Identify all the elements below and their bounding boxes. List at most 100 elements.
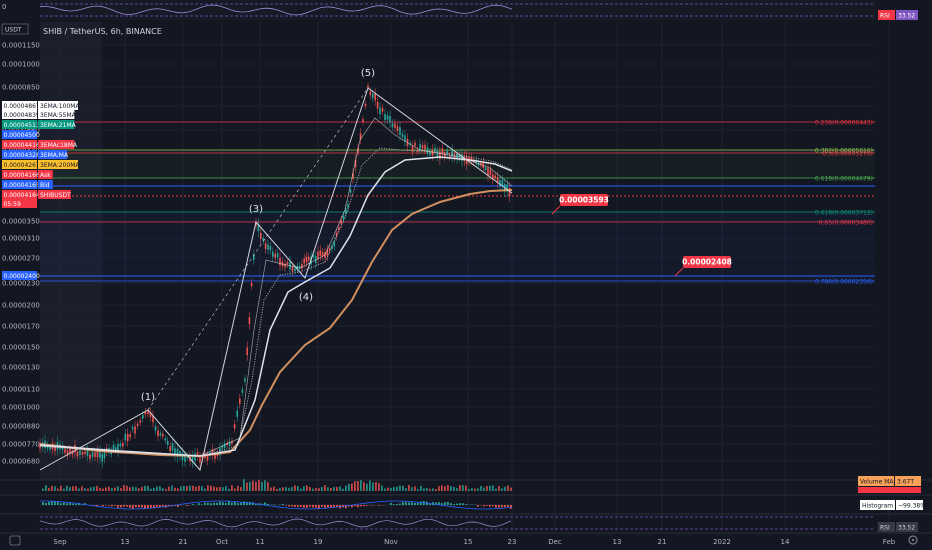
volume-bar	[147, 485, 149, 491]
candle-body	[372, 93, 374, 99]
volume-bar	[123, 485, 125, 491]
histogram-bar	[294, 505, 296, 507]
candle-body	[84, 451, 86, 454]
volume-bar	[138, 488, 140, 491]
histogram-bar	[285, 505, 287, 506]
volume-bar	[114, 487, 116, 491]
candle-body	[394, 123, 396, 128]
candle-body	[159, 432, 162, 436]
volume-bar	[357, 481, 359, 491]
candle-body	[250, 282, 253, 287]
volume-bar	[162, 488, 164, 491]
price-chart[interactable]: 0.00011500.00010000.00008500.00007000.00…	[0, 0, 932, 550]
candle-body	[426, 147, 429, 154]
histogram-bar	[504, 505, 506, 508]
candle-body	[364, 103, 367, 107]
y-tick-label: 0.0000270	[2, 255, 40, 263]
histogram-bar	[444, 502, 446, 505]
histogram-bar	[309, 505, 311, 507]
histogram-bar	[405, 502, 407, 505]
histogram-bar	[306, 505, 308, 508]
volume-bar	[174, 487, 176, 491]
candle-body	[119, 443, 122, 447]
candle-body	[386, 115, 389, 120]
volume-bar	[189, 485, 191, 491]
histogram-value: −99.38%	[898, 503, 926, 510]
x-tick-label: 13	[121, 538, 130, 546]
candle-body	[434, 147, 436, 152]
volume-bar	[105, 487, 107, 491]
price-tag-value: 0.00004416	[4, 142, 40, 149]
volume-bar	[213, 486, 215, 491]
volume-bar	[318, 488, 320, 491]
volume-bar	[426, 488, 428, 491]
rsi-top-name: RSI	[880, 13, 890, 20]
chart-title: SHIB / TetherUS, 6h, BINANCE	[43, 27, 162, 36]
volume-bar	[306, 485, 308, 491]
fib-label: 0.236(0.00006443)	[815, 120, 873, 127]
candle-body	[264, 243, 267, 249]
candle-body	[91, 452, 94, 457]
volume-name: Volume MA	[860, 479, 894, 486]
candle-body	[396, 125, 399, 132]
candle-body	[136, 423, 139, 426]
histogram-bar	[282, 503, 284, 505]
volume-bar	[84, 488, 86, 491]
indicator-name: SHIBUSDT	[40, 192, 71, 199]
candle-body	[441, 148, 444, 155]
candle-body	[389, 115, 391, 123]
volume-bar	[51, 485, 53, 491]
histogram-bar	[219, 501, 221, 505]
volume-bar	[273, 486, 275, 491]
volume-bar	[402, 485, 404, 491]
x-tick-label: 21	[658, 538, 667, 546]
volume-bar	[141, 486, 143, 491]
histogram-bar	[417, 502, 419, 505]
candle-body	[206, 455, 209, 461]
volume-bar	[504, 486, 506, 491]
candle-body	[64, 448, 66, 453]
volume-bar	[252, 480, 254, 491]
volume-bar	[102, 488, 104, 491]
histogram-bar	[507, 505, 509, 507]
candle-body	[49, 447, 51, 450]
volume-bar	[279, 487, 281, 491]
fib-zone	[40, 212, 875, 281]
volume-bar	[192, 485, 194, 491]
histogram-bar	[126, 505, 128, 507]
histogram-bar	[141, 505, 143, 508]
histogram-bar	[264, 502, 266, 505]
candle-body	[444, 153, 446, 158]
candle-body	[333, 241, 336, 247]
volume-bar	[237, 485, 239, 491]
histogram-bar	[45, 502, 47, 505]
candle-body	[260, 232, 262, 240]
volume-bar	[267, 482, 269, 491]
histogram-bar	[228, 501, 230, 505]
candle-body	[101, 454, 104, 462]
y-tick-label: 0.0000350	[2, 218, 40, 226]
candle-body	[122, 442, 124, 447]
volume-bar	[111, 488, 113, 491]
candle-body	[134, 426, 136, 434]
candle-body	[94, 452, 96, 458]
volume-bar	[369, 480, 371, 491]
histogram-bar	[231, 502, 233, 505]
x-tick-label: 14	[781, 538, 790, 546]
histogram-bar	[495, 505, 497, 508]
volume-bar	[489, 485, 491, 491]
volume-bar	[96, 485, 98, 491]
price-tag-value: 0.00004165	[4, 182, 40, 189]
y-tick-label: 0.0001000	[2, 404, 40, 412]
volume-bar	[510, 487, 512, 491]
volume-bar	[375, 482, 377, 491]
candle-body	[424, 144, 426, 150]
volume-bar	[321, 486, 323, 491]
volume-bar	[285, 487, 287, 491]
histogram-bar	[486, 505, 488, 506]
volume-bar	[249, 481, 251, 491]
histogram-bar	[150, 505, 152, 508]
volume-bar	[348, 483, 350, 491]
histogram-bar	[135, 505, 137, 508]
volume-bar	[54, 486, 56, 491]
